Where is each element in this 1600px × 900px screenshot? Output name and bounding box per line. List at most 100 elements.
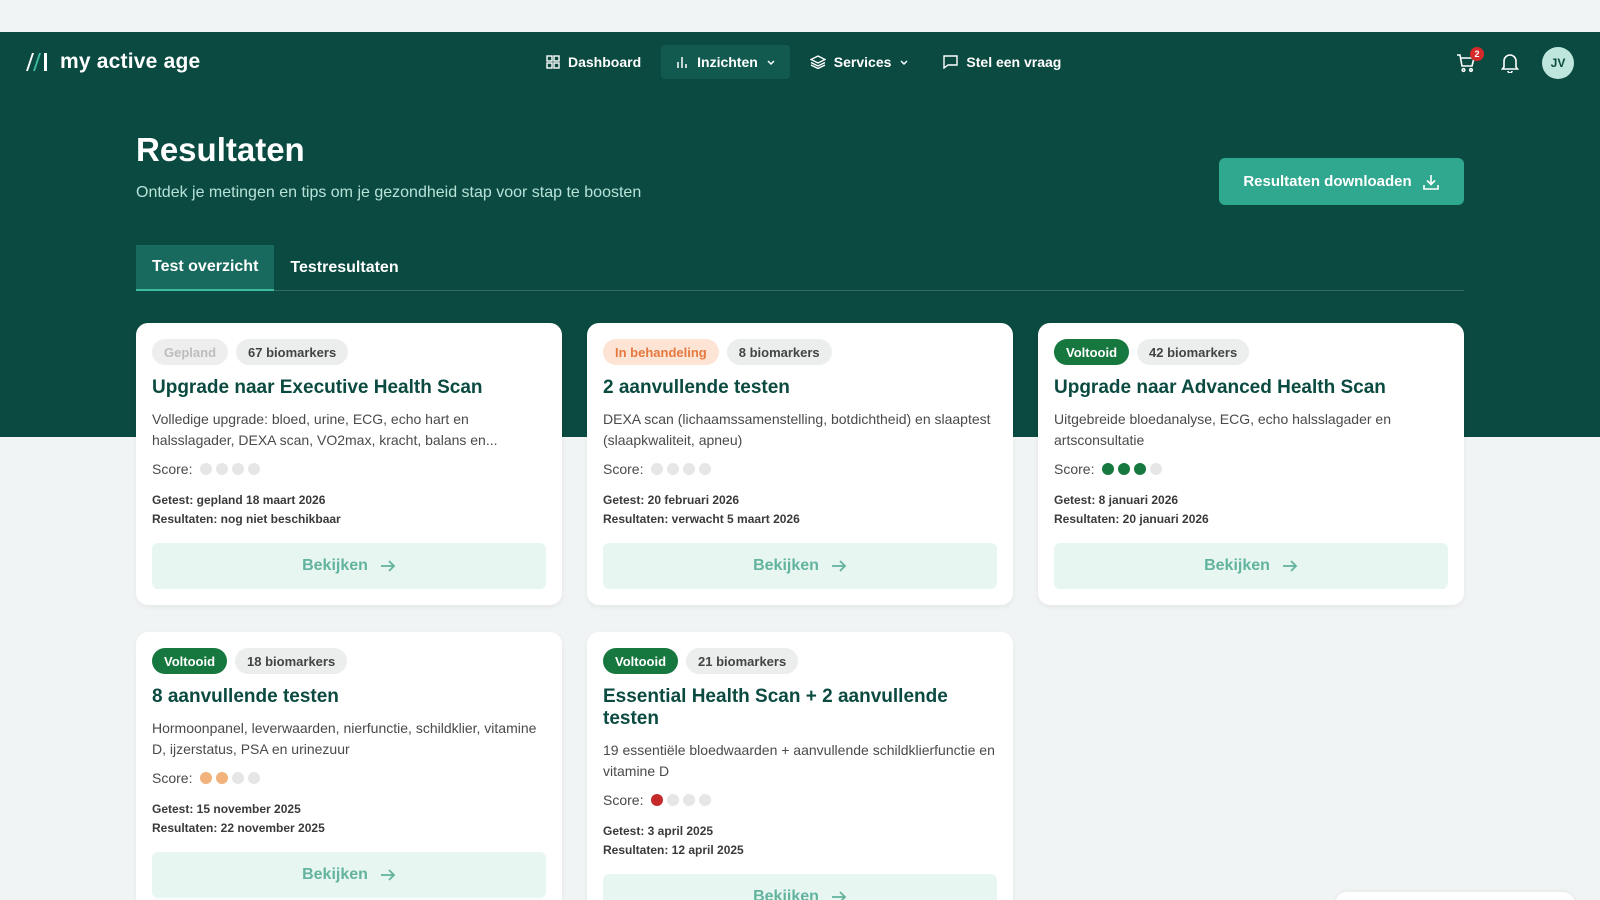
status-badge: Voltooid — [603, 648, 679, 674]
card-title: 2 aanvullende testen — [603, 377, 790, 398]
status-badge: In behandeling — [603, 339, 719, 365]
nav-actions: 2 JV — [1454, 47, 1574, 79]
score-dot — [699, 794, 712, 806]
score-dot — [667, 463, 680, 475]
view-button-label: Bekijken — [302, 557, 368, 574]
layers-icon — [809, 55, 826, 69]
card-description: DEXA scan (lichaamssamenstelling, botdic… — [603, 411, 991, 448]
cart-button[interactable]: 2 — [1454, 47, 1484, 75]
score-row: Score: — [152, 461, 546, 477]
score-dot — [232, 772, 245, 784]
card-meta: Getest: 3 april 2025 Resultaten: 12 apri… — [603, 822, 997, 860]
score-dot — [216, 772, 229, 784]
nav-ask-question[interactable]: Stel een vraag — [929, 45, 1075, 79]
biomarkers-badge: 42 biomarkers — [1137, 339, 1250, 365]
results-date: Resultaten: verwacht 5 maart 2026 — [603, 512, 800, 526]
notifications-button[interactable] — [1498, 51, 1522, 75]
brand-mark-icon — [26, 53, 47, 71]
user-avatar[interactable]: JV — [1542, 47, 1574, 79]
score-dot — [1150, 463, 1163, 475]
card-description: Volledige upgrade: bloed, urine, ECG, ec… — [152, 411, 498, 448]
view-button[interactable]: Bekijken — [152, 543, 546, 589]
score-label: Score: — [603, 461, 644, 477]
score-dots — [1102, 463, 1163, 475]
tab-test-overview[interactable]: Test overzicht — [136, 245, 275, 291]
score-dot — [651, 463, 664, 475]
score-row: Score: — [603, 461, 997, 477]
tabs-bar: Test overzicht Testresultaten — [136, 245, 1464, 291]
view-button-label: Bekijken — [302, 866, 368, 883]
card-meta: Getest: 15 november 2025 Resultaten: 22 … — [152, 800, 546, 838]
score-row: Score: — [603, 792, 997, 808]
score-label: Score: — [1054, 461, 1095, 477]
score-dots — [651, 794, 712, 806]
status-badge: Voltooid — [1054, 339, 1130, 365]
test-card: In behandeling 8 biomarkers 2 aanvullend… — [587, 323, 1013, 605]
score-dots — [200, 463, 261, 475]
download-icon — [1422, 174, 1439, 190]
card-title: Essential Health Scan + 2 aanvullende te… — [603, 686, 948, 729]
results-date: Resultaten: 22 november 2025 — [152, 821, 325, 835]
results-date: Resultaten: nog niet beschikbaar — [152, 512, 341, 526]
tested-date: Getest: 8 januari 2026 — [1054, 493, 1179, 507]
view-button[interactable]: Bekijken — [603, 874, 997, 900]
test-card: Voltooid 18 biomarkers 8 aanvullende tes… — [136, 632, 562, 900]
download-results-button[interactable]: Resultaten downloaden — [1219, 158, 1464, 205]
score-dot — [1118, 463, 1131, 475]
biomarkers-badge: 21 biomarkers — [686, 648, 799, 674]
chat-icon — [943, 55, 959, 69]
view-button[interactable]: Bekijken — [152, 852, 546, 898]
biomarkers-badge: 18 biomarkers — [235, 648, 348, 674]
nav-dashboard-label: Dashboard — [568, 54, 642, 70]
biomarkers-badge: 8 biomarkers — [726, 339, 832, 365]
view-button[interactable]: Bekijken — [603, 543, 997, 589]
nav-services[interactable]: Services — [796, 45, 924, 79]
card-title: Upgrade naar Advanced Health Scan — [1054, 377, 1386, 398]
score-dot — [232, 463, 245, 475]
nav-inzichten-label: Inzichten — [697, 54, 758, 70]
score-row: Score: — [152, 770, 546, 786]
biomarkers-badge: 67 biomarkers — [236, 339, 349, 365]
score-dot — [216, 463, 229, 475]
view-button-label: Bekijken — [753, 888, 819, 900]
view-button-label: Bekijken — [1204, 557, 1270, 574]
nav-services-label: Services — [833, 54, 892, 70]
bar-chart-icon — [677, 57, 687, 68]
score-dot — [683, 463, 696, 475]
arrow-right-icon — [380, 560, 396, 572]
score-dots — [651, 463, 712, 475]
nav-inzichten[interactable]: Inzichten — [661, 45, 790, 79]
status-badge: Gepland — [152, 339, 229, 365]
test-card: Voltooid 21 biomarkers Essential Health … — [587, 632, 1013, 900]
tested-date: Getest: 15 november 2025 — [152, 802, 301, 816]
nav-dashboard[interactable]: Dashboard — [532, 45, 655, 79]
brand-name: my active age — [60, 50, 201, 73]
chevron-down-icon — [767, 60, 775, 66]
grid-icon — [546, 55, 560, 69]
main-nav: Dashboard Inzichten Services Stel een vr… — [532, 45, 1075, 79]
tested-date: Getest: 20 februari 2026 — [603, 493, 740, 507]
view-button[interactable]: Bekijken — [1054, 543, 1448, 589]
card-description: Hormoonpanel, leverwaarden, nierfunctie,… — [152, 720, 537, 757]
nav-ask-question-label: Stel een vraag — [966, 54, 1062, 70]
score-dot — [200, 772, 213, 784]
card-description: 19 essentiële bloedwaarden + aanvullende… — [603, 742, 995, 779]
tested-date: Getest: 3 april 2025 — [603, 824, 714, 838]
score-dot — [200, 463, 213, 475]
top-navbar: my active age Dashboard Inzichten Servic… — [0, 32, 1600, 95]
tab-test-results[interactable]: Testresultaten — [274, 245, 414, 291]
arrow-right-icon — [831, 560, 847, 572]
cart-count-badge: 2 — [1470, 47, 1484, 61]
card-description: Uitgebreide bloedanalyse, ECG, echo hals… — [1054, 411, 1391, 448]
brand-logo[interactable]: my active age — [24, 50, 200, 74]
floating-panel-edge — [1335, 892, 1575, 900]
results-date: Resultaten: 20 januari 2026 — [1054, 512, 1209, 526]
score-dot — [667, 794, 680, 806]
download-results-label: Resultaten downloaden — [1243, 173, 1412, 190]
arrow-right-icon — [1282, 560, 1298, 572]
card-meta: Getest: gepland 18 maart 2026 Resultaten… — [152, 491, 546, 529]
tested-date: Getest: gepland 18 maart 2026 — [152, 493, 326, 507]
score-dot — [683, 794, 696, 806]
arrow-right-icon — [831, 891, 847, 900]
browser-top-strip — [0, 0, 1600, 32]
